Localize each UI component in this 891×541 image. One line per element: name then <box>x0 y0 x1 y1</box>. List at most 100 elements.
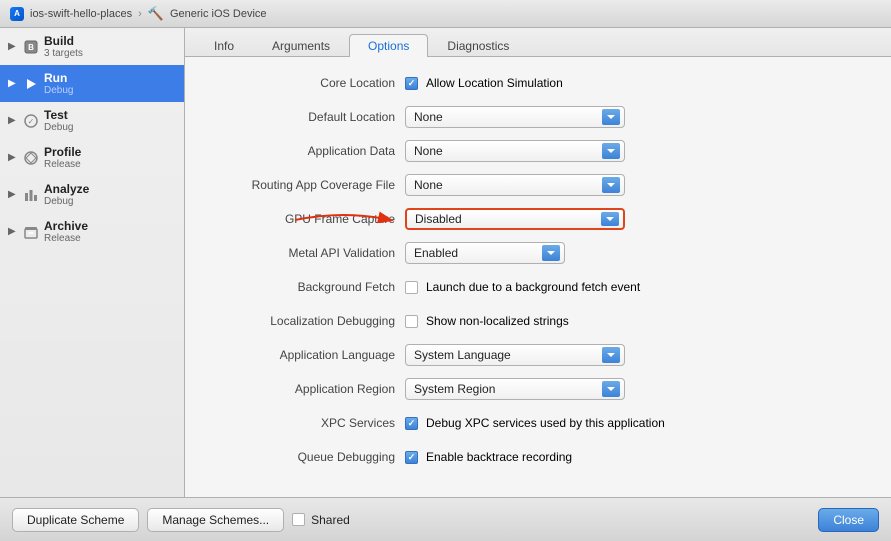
manage-schemes-button[interactable]: Manage Schemes... <box>147 508 284 532</box>
routing-app-dropdown-text: None <box>414 178 443 192</box>
profile-label: Profile <box>44 145 81 159</box>
sidebar-item-archive[interactable]: ▶ Archive Release <box>0 213 184 250</box>
main-container: ▶ B Build 3 targets ▶ Run Debug <box>0 28 891 497</box>
application-data-dropdown-text: None <box>414 144 443 158</box>
routing-app-dropdown[interactable]: None <box>405 174 625 196</box>
tab-info[interactable]: Info <box>195 34 253 57</box>
app-language-value: System Language <box>405 344 871 366</box>
build-icon: B <box>23 39 39 55</box>
default-location-row: Default Location None <box>205 105 871 129</box>
background-fetch-row: Background Fetch Launch due to a backgro… <box>205 275 871 299</box>
application-data-dropdown-arrow <box>602 143 620 159</box>
analyze-label: Analyze <box>44 182 89 196</box>
app-region-label: Application Region <box>205 382 405 396</box>
gpu-frame-row: GPU Frame Capture Disabled <box>205 207 871 231</box>
test-subtitle: Debug <box>44 122 73 133</box>
test-text: Test Debug <box>44 108 73 133</box>
tab-arguments[interactable]: Arguments <box>253 34 349 57</box>
title-bar: A ios-swift-hello-places › 🔨 Generic iOS… <box>0 0 891 28</box>
svg-text:B: B <box>28 43 34 52</box>
close-button[interactable]: Close <box>818 508 879 532</box>
app-region-dropdown[interactable]: System Region <box>405 378 625 400</box>
application-data-dropdown[interactable]: None <box>405 140 625 162</box>
sidebar-item-analyze[interactable]: ▶ Analyze Debug <box>0 176 184 213</box>
app-language-dropdown-text: System Language <box>414 348 511 362</box>
app-language-dropdown[interactable]: System Language <box>405 344 625 366</box>
analyze-icon <box>23 187 39 203</box>
archive-subtitle: Release <box>44 233 88 244</box>
device-name: Generic iOS Device <box>170 8 267 20</box>
gpu-frame-value: Disabled <box>405 208 871 230</box>
run-text: Run Debug <box>44 71 73 96</box>
xcode-icon: A <box>10 7 24 21</box>
gpu-frame-dropdown[interactable]: Disabled <box>405 208 625 230</box>
duplicate-scheme-button[interactable]: Duplicate Scheme <box>12 508 139 532</box>
localization-value: Show non-localized strings <box>405 314 871 328</box>
run-label: Run <box>44 71 73 85</box>
sidebar-item-profile[interactable]: ▶ Profile Release <box>0 139 184 176</box>
allow-location-text: Allow Location Simulation <box>426 76 563 90</box>
core-location-label: Core Location <box>205 76 405 90</box>
metal-api-dropdown-text: Enabled <box>414 246 458 260</box>
xpc-services-checkbox[interactable] <box>405 417 418 430</box>
tab-diagnostics[interactable]: Diagnostics <box>428 34 528 57</box>
arrow-run: ▶ <box>8 78 18 89</box>
app-region-value: System Region <box>405 378 871 400</box>
test-label: Test <box>44 108 73 122</box>
metal-api-dropdown[interactable]: Enabled <box>405 242 565 264</box>
localization-row: Localization Debugging Show non-localize… <box>205 309 871 333</box>
routing-app-row: Routing App Coverage File None <box>205 173 871 197</box>
allow-location-checkbox[interactable] <box>405 77 418 90</box>
app-region-dropdown-arrow <box>602 381 620 397</box>
routing-app-value: None <box>405 174 871 196</box>
queue-debugging-value: Enable backtrace recording <box>405 450 871 464</box>
profile-subtitle: Release <box>44 159 81 170</box>
xpc-services-value: Debug XPC services used by this applicat… <box>405 416 871 430</box>
analyze-subtitle: Debug <box>44 196 89 207</box>
localization-checkbox[interactable] <box>405 315 418 328</box>
build-label: Build <box>44 34 83 48</box>
core-location-value: Allow Location Simulation <box>405 76 871 90</box>
gpu-frame-label: GPU Frame Capture <box>205 212 405 226</box>
app-region-dropdown-text: System Region <box>414 382 495 396</box>
queue-debugging-row: Queue Debugging Enable backtrace recordi… <box>205 445 871 469</box>
test-icon: ✓ <box>23 113 39 129</box>
content-area: Info Arguments Options Diagnostics Core … <box>185 28 891 497</box>
metal-api-row: Metal API Validation Enabled <box>205 241 871 265</box>
archive-label: Archive <box>44 219 88 233</box>
breadcrumb-separator: › <box>138 8 142 20</box>
metal-api-value: Enabled <box>405 242 871 264</box>
background-fetch-checkbox[interactable] <box>405 281 418 294</box>
bottom-right: Close <box>818 508 879 532</box>
tab-options[interactable]: Options <box>349 34 428 57</box>
metal-api-label: Metal API Validation <box>205 246 405 260</box>
routing-app-label: Routing App Coverage File <box>205 178 405 192</box>
settings-panel: Core Location Allow Location Simulation … <box>185 57 891 497</box>
queue-debugging-label: Queue Debugging <box>205 450 405 464</box>
sidebar-item-build[interactable]: ▶ B Build 3 targets <box>0 28 184 65</box>
sidebar: ▶ B Build 3 targets ▶ Run Debug <box>0 28 185 497</box>
background-fetch-label: Background Fetch <box>205 280 405 294</box>
metal-api-dropdown-arrow <box>542 245 560 261</box>
queue-debugging-checkbox[interactable] <box>405 451 418 464</box>
shared-label: Shared <box>311 513 350 527</box>
localization-label: Localization Debugging <box>205 314 405 328</box>
sidebar-item-test[interactable]: ▶ ✓ Test Debug <box>0 102 184 139</box>
svg-text:✓: ✓ <box>28 117 35 126</box>
run-icon <box>23 76 39 92</box>
background-fetch-value: Launch due to a background fetch event <box>405 280 871 294</box>
sidebar-item-run[interactable]: ▶ Run Debug <box>0 65 184 102</box>
shared-checkbox[interactable] <box>292 513 305 526</box>
shared-checkbox-group: Shared <box>292 513 350 527</box>
xpc-services-label: XPC Services <box>205 416 405 430</box>
default-location-dropdown[interactable]: None <box>405 106 625 128</box>
arrow-build: ▶ <box>8 41 18 52</box>
application-data-value: None <box>405 140 871 162</box>
analyze-text: Analyze Debug <box>44 182 89 207</box>
hammer-icon: 🔨 <box>148 6 164 22</box>
app-region-row: Application Region System Region <box>205 377 871 401</box>
default-location-value: None <box>405 106 871 128</box>
background-fetch-text: Launch due to a background fetch event <box>426 280 640 294</box>
application-data-row: Application Data None <box>205 139 871 163</box>
archive-icon <box>23 224 39 240</box>
